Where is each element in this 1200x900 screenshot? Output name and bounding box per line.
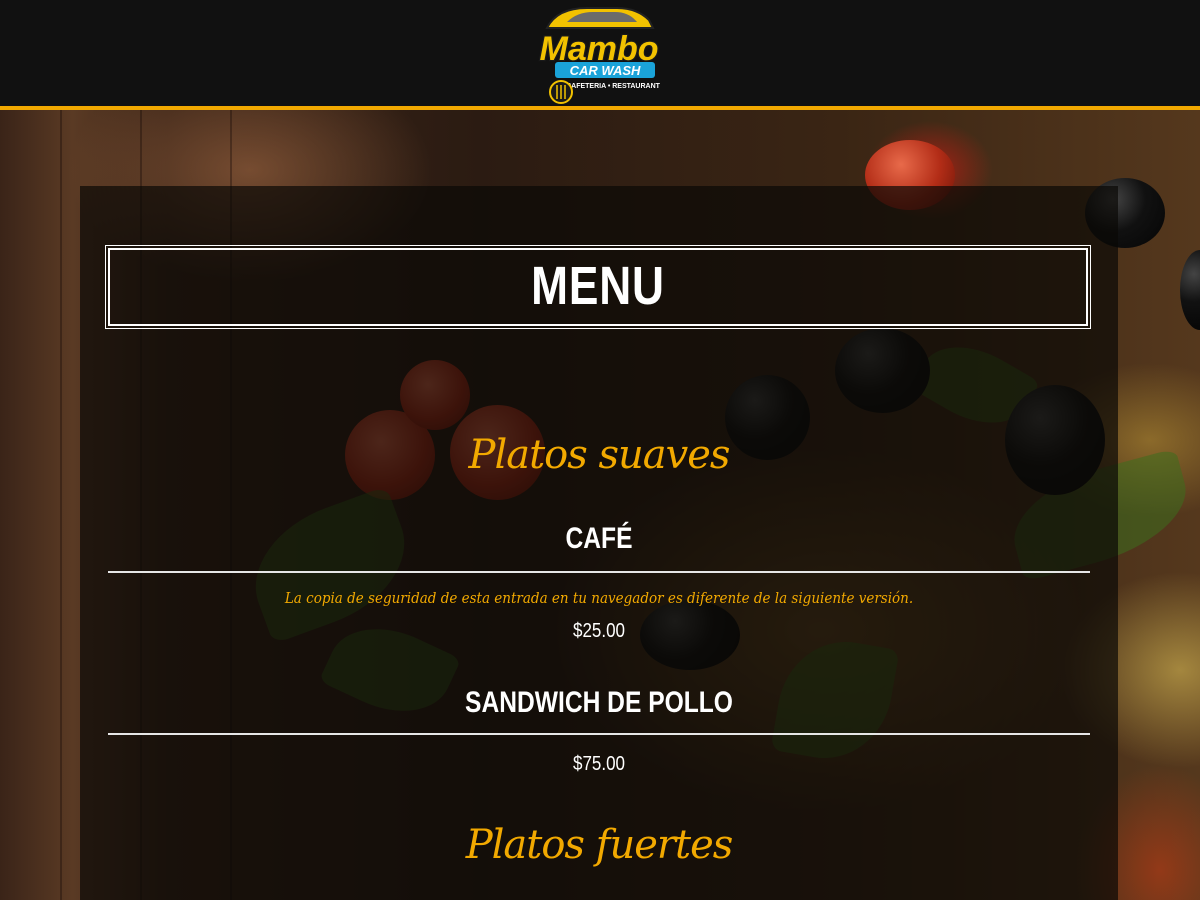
- item-divider: [108, 733, 1090, 735]
- mambo-car-wash-logo[interactable]: Mambo CAR WASH CAFETERIA • RESTAURANT: [537, 2, 663, 106]
- item-divider: [108, 571, 1090, 573]
- menu-item-name: CAFÉ: [565, 522, 633, 555]
- section-title-platos-fuertes: Platos fuertes: [465, 822, 734, 868]
- menu-item-name: SANDWICH DE POLLO: [465, 686, 733, 719]
- menu-title: MENU: [531, 256, 665, 316]
- menu-item-price: $75.00: [572, 753, 625, 775]
- logo-line2: CAR WASH: [570, 63, 641, 78]
- site-header: Mambo CAR WASH CAFETERIA • RESTAURANT: [0, 0, 1200, 110]
- menu-item-description: La copia de seguridad de esta entrada en…: [284, 589, 914, 607]
- menu-item-price: $25.00: [572, 620, 625, 642]
- menu-heading-box: MENU: [105, 245, 1091, 329]
- logo-line3: CAFETERIA • RESTAURANT: [566, 83, 661, 90]
- section-title-platos-suaves: Platos suaves: [468, 432, 731, 478]
